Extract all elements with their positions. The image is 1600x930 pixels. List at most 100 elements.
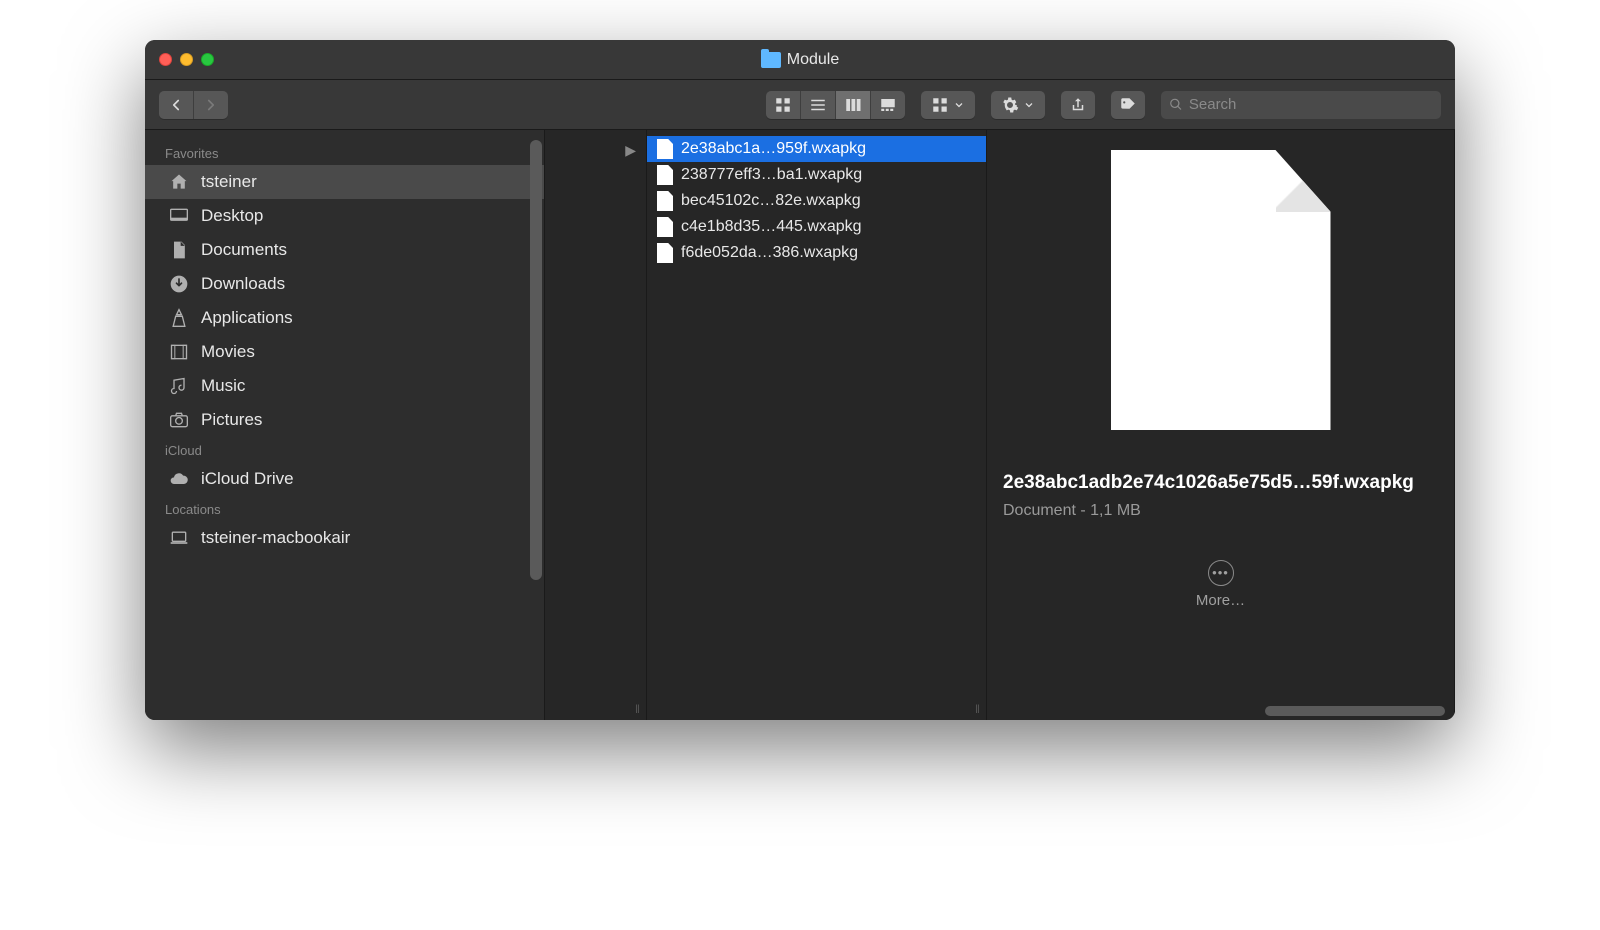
sidebar-item-movies[interactable]: Movies bbox=[145, 335, 544, 369]
view-list-button[interactable] bbox=[801, 91, 836, 119]
file-column: 2e38abc1a…959f.wxapkg 238777eff3…ba1.wxap… bbox=[647, 130, 987, 720]
sidebar-section-label: Favorites bbox=[145, 140, 544, 165]
camera-icon bbox=[167, 410, 191, 430]
tags-group bbox=[1111, 91, 1145, 119]
sidebar-scrollbar[interactable] bbox=[530, 140, 542, 580]
chevron-down-icon bbox=[1023, 96, 1035, 114]
search-field[interactable] bbox=[1161, 91, 1441, 119]
file-name: c4e1b8d35…445.wxapkg bbox=[681, 218, 862, 236]
nav-buttons bbox=[159, 91, 228, 119]
column-resize-handle[interactable]: ‖ bbox=[635, 702, 642, 716]
sidebar-item-desktop[interactable]: Desktop bbox=[145, 199, 544, 233]
preview-thumbnail bbox=[1111, 150, 1331, 430]
column-browser: ▶ ‖ 2e38abc1a…959f.wxapkg 238777eff3…ba1.… bbox=[545, 130, 1455, 720]
document-icon bbox=[657, 243, 673, 263]
tags-button[interactable] bbox=[1111, 91, 1145, 119]
back-button[interactable] bbox=[159, 91, 194, 119]
preview-filename: 2e38abc1adb2e74c1026a5e75d5…59f.wxapkg bbox=[1003, 470, 1438, 496]
sidebar-item-icloud-drive[interactable]: iCloud Drive bbox=[145, 462, 544, 496]
search-icon bbox=[1169, 97, 1183, 112]
window-title: Module bbox=[761, 51, 839, 69]
preview-column: 2e38abc1adb2e74c1026a5e75d5…59f.wxapkg D… bbox=[987, 130, 1455, 720]
search-input[interactable] bbox=[1189, 96, 1433, 113]
sidebar-item-downloads[interactable]: Downloads bbox=[145, 267, 544, 301]
share-button[interactable] bbox=[1061, 91, 1095, 119]
sidebar-item-label: Desktop bbox=[201, 206, 263, 226]
action-group bbox=[991, 91, 1045, 119]
more-label: More… bbox=[1196, 592, 1245, 609]
house-icon bbox=[167, 172, 191, 192]
file-name: bec45102c…82e.wxapkg bbox=[681, 192, 861, 210]
sidebar-item-label: Pictures bbox=[201, 410, 262, 430]
close-button[interactable] bbox=[159, 53, 172, 66]
document-icon bbox=[657, 139, 673, 159]
document-icon bbox=[657, 165, 673, 185]
grid-icon bbox=[774, 96, 792, 114]
file-row[interactable]: bec45102c…82e.wxapkg bbox=[647, 188, 986, 214]
sidebar-item-label: tsteiner-macbookair bbox=[201, 528, 350, 548]
chevron-right-icon bbox=[202, 96, 220, 114]
file-row[interactable]: f6de052da…386.wxapkg bbox=[647, 240, 986, 266]
sidebar-item-documents[interactable]: Documents bbox=[145, 233, 544, 267]
sidebar-item-label: tsteiner bbox=[201, 172, 257, 192]
sidebar-item-label: iCloud Drive bbox=[201, 469, 294, 489]
folder-icon bbox=[761, 52, 781, 68]
disclosure-arrow-icon: ▶ bbox=[625, 138, 646, 159]
sidebar-item-tsteiner[interactable]: tsteiner bbox=[145, 165, 544, 199]
parent-column[interactable]: ▶ ‖ bbox=[545, 130, 647, 720]
columns-icon bbox=[844, 96, 862, 114]
sidebar-section-label: Locations bbox=[145, 496, 544, 521]
file-row[interactable]: c4e1b8d35…445.wxapkg bbox=[647, 214, 986, 240]
arrange-button[interactable] bbox=[921, 91, 975, 119]
action-button[interactable] bbox=[991, 91, 1045, 119]
view-icons-button[interactable] bbox=[766, 91, 801, 119]
sidebar-section-label: iCloud bbox=[145, 437, 544, 462]
sidebar-item-label: Downloads bbox=[201, 274, 285, 294]
apps-icon bbox=[167, 308, 191, 328]
chevron-left-icon bbox=[167, 96, 185, 114]
film-icon bbox=[167, 342, 191, 362]
gear-icon bbox=[1001, 96, 1019, 114]
file-name: f6de052da…386.wxapkg bbox=[681, 244, 858, 262]
view-gallery-button[interactable] bbox=[871, 91, 905, 119]
traffic-lights bbox=[159, 53, 214, 66]
titlebar: Module bbox=[145, 40, 1455, 80]
tag-icon bbox=[1119, 96, 1137, 114]
document-icon bbox=[657, 217, 673, 237]
sidebar: Favorites tsteiner Desktop Documents Downloa… bbox=[145, 130, 545, 720]
sidebar-item-music[interactable]: Music bbox=[145, 369, 544, 403]
horizontal-scrollbar[interactable] bbox=[1265, 706, 1445, 716]
laptop-icon bbox=[167, 528, 191, 548]
share-group bbox=[1061, 91, 1095, 119]
sidebar-item-label: Movies bbox=[201, 342, 255, 362]
file-row[interactable]: 238777eff3…ba1.wxapkg bbox=[647, 162, 986, 188]
download-icon bbox=[167, 274, 191, 294]
sidebar-item-applications[interactable]: Applications bbox=[145, 301, 544, 335]
sidebar-item-label: Applications bbox=[201, 308, 293, 328]
finder-window: Module bbox=[145, 40, 1455, 720]
sidebar-item-label: Documents bbox=[201, 240, 287, 260]
sidebar-item-label: Music bbox=[201, 376, 245, 396]
file-row[interactable]: 2e38abc1a…959f.wxapkg bbox=[647, 136, 986, 162]
document-icon bbox=[657, 191, 673, 211]
sidebar-item-tsteiner-macbookair[interactable]: tsteiner-macbookair bbox=[145, 521, 544, 555]
minimize-button[interactable] bbox=[180, 53, 193, 66]
forward-button[interactable] bbox=[194, 91, 228, 119]
window-body: Favorites tsteiner Desktop Documents Downloa… bbox=[145, 130, 1455, 720]
view-switcher bbox=[766, 91, 905, 119]
toolbar bbox=[145, 80, 1455, 130]
preview-metadata: Document - 1,1 MB bbox=[1003, 502, 1438, 520]
file-name: 2e38abc1a…959f.wxapkg bbox=[681, 140, 866, 158]
documents-icon bbox=[167, 240, 191, 260]
sidebar-item-pictures[interactable]: Pictures bbox=[145, 403, 544, 437]
cloud-icon bbox=[167, 469, 191, 489]
music-icon bbox=[167, 376, 191, 396]
more-button[interactable]: ••• More… bbox=[1196, 560, 1245, 609]
column-resize-handle[interactable]: ‖ bbox=[975, 702, 982, 716]
gallery-icon bbox=[879, 96, 897, 114]
maximize-button[interactable] bbox=[201, 53, 214, 66]
list-icon bbox=[809, 96, 827, 114]
share-icon bbox=[1069, 96, 1087, 114]
view-columns-button[interactable] bbox=[836, 91, 871, 119]
chevron-down-icon bbox=[953, 96, 965, 114]
